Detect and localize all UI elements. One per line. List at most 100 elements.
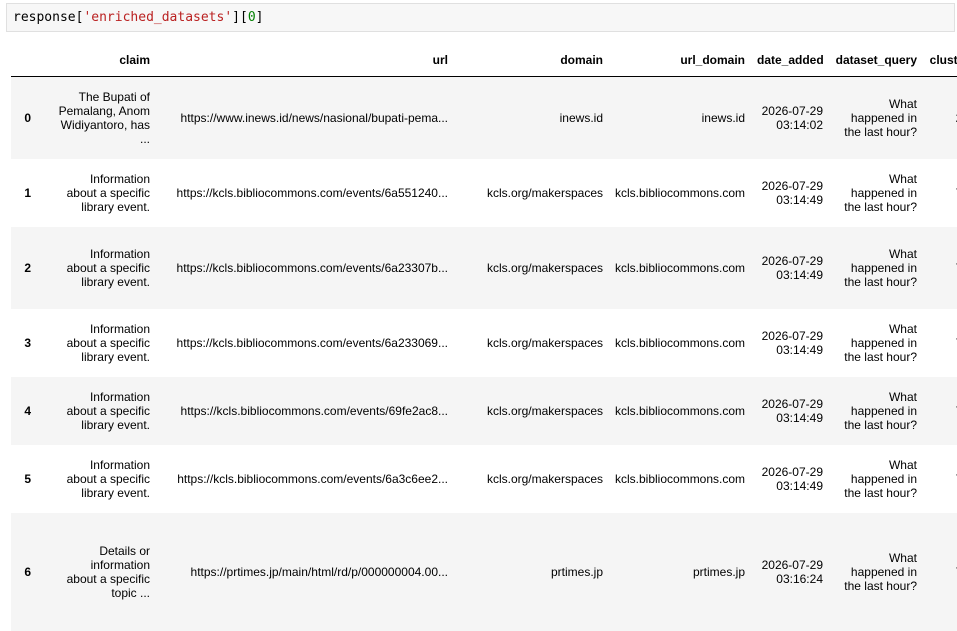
cell-url-domain: kcls.bibliocommons.com <box>615 335 746 350</box>
claim-text: Information about a specific library eve… <box>66 389 150 432</box>
claim-text: Information about a specific library eve… <box>66 457 150 500</box>
table-row: 3 Information about a specific library ev… <box>11 308 957 377</box>
cell-url: https://kcls.bibliocommons.com/events/69… <box>180 403 448 418</box>
header-cluster: cluster <box>923 44 957 77</box>
cell-date-added: 2026-07-29 03:14:49 <box>751 227 829 309</box>
cell-claim: Information about a specific library eve… <box>37 159 156 227</box>
code-index: 0 <box>247 10 256 25</box>
cell-date-added: 2026-07-29 03:14:49 <box>751 377 829 445</box>
cell-domain: kcls.org/makerspaces <box>486 471 603 486</box>
query-text: What happened in the last hour? <box>844 389 917 432</box>
cell-cluster: 77 <box>923 445 957 513</box>
row-index: 1 <box>24 185 31 200</box>
cell-cluster: 77 <box>923 377 957 445</box>
cell-date-added: 2026-07-29 03:14:49 <box>751 159 829 227</box>
table-row: 0 The Bupati of Pemalang, Anom Widiyantor… <box>11 76 957 159</box>
cell-dataset-query: What happened in the last hour? <box>829 227 923 309</box>
cell-url: https://kcls.bibliocommons.com/events/6a… <box>176 335 448 350</box>
claim-text: Details or information about a specific … <box>66 543 150 600</box>
claim-text: Information about a specific library eve… <box>66 171 150 214</box>
table-row: 6 Details or information about a specific… <box>11 512 957 631</box>
query-text: What happened in the last hour? <box>844 550 917 593</box>
date-text: 2026-07-29 03:14:49 <box>761 328 823 357</box>
table-row: 1 Information about a specific library ev… <box>11 158 957 227</box>
cell-dataset-query: What happened in the last hour? <box>829 445 923 513</box>
cell-domain: kcls.org/makerspaces <box>486 260 603 275</box>
code-suffix: ] <box>255 10 264 25</box>
date-text: 2026-07-29 03:14:49 <box>761 178 823 207</box>
row-index: 3 <box>24 335 31 350</box>
code-string-key: 'enriched_datasets' <box>83 10 233 25</box>
cell-url: https://kcls.bibliocommons.com/events/6a… <box>176 185 448 200</box>
cell-dataset-query: What happened in the last hour? <box>829 77 923 159</box>
row-index: 4 <box>24 403 31 418</box>
cell-url-domain: inews.id <box>701 110 745 125</box>
code-cell-input[interactable]: response['enriched_datasets'][0] <box>6 3 955 32</box>
cell-claim: Information about a specific library eve… <box>37 377 156 445</box>
cell-cluster: 77 <box>923 227 957 309</box>
date-text: 2026-07-29 03:14:02 <box>761 103 823 132</box>
cell-cluster: 22 <box>923 77 957 159</box>
header-row: claim url domain url_domain date_added d… <box>11 44 957 77</box>
cell-url-domain: kcls.bibliocommons.com <box>615 403 746 418</box>
cell-claim: Information about a specific library eve… <box>37 227 156 309</box>
header-dataset-query: dataset_query <box>829 44 923 77</box>
cell-url-domain: kcls.bibliocommons.com <box>615 471 746 486</box>
cell-domain: prtimes.jp <box>550 564 603 579</box>
row-index: 2 <box>24 260 31 275</box>
query-text: What happened in the last hour? <box>844 171 917 214</box>
row-index: 0 <box>24 110 31 125</box>
claim-text: Information about a specific library eve… <box>66 321 150 364</box>
cell-domain: kcls.org/makerspaces <box>486 335 603 350</box>
claim-text: The Bupati of Pemalang, Anom Widiyantoro… <box>58 89 150 146</box>
cell-dataset-query: What happened in the last hour? <box>829 377 923 445</box>
code-middle: ][ <box>232 10 248 25</box>
query-text: What happened in the last hour? <box>844 457 917 500</box>
query-text: What happened in the last hour? <box>844 96 917 139</box>
cell-dataset-query: What happened in the last hour? <box>829 159 923 227</box>
cell-url-domain: prtimes.jp <box>692 564 745 579</box>
cell-dataset-query: What happened in the last hour? <box>829 513 923 631</box>
cell-url: https://www.inews.id/news/nasional/bupat… <box>180 110 448 125</box>
header-url-domain: url_domain <box>609 44 751 77</box>
query-text: What happened in the last hour? <box>844 246 917 289</box>
row-index: 6 <box>24 564 31 579</box>
code-prefix: response[ <box>13 10 84 25</box>
cell-claim: The Bupati of Pemalang, Anom Widiyantoro… <box>37 77 156 159</box>
header-url: url <box>156 44 454 77</box>
cell-claim: Information about a specific library eve… <box>37 445 156 513</box>
header-index <box>11 44 37 77</box>
table-row: 5 Information about a specific library ev… <box>11 444 957 513</box>
cell-url: https://kcls.bibliocommons.com/events/6a… <box>177 471 448 486</box>
cell-domain: inews.id <box>559 110 603 125</box>
cell-date-added: 2026-07-29 03:14:49 <box>751 445 829 513</box>
cell-cluster: 77 <box>923 159 957 227</box>
claim-text: Information about a specific library eve… <box>66 246 150 289</box>
cell-url: https://kcls.bibliocommons.com/events/6a… <box>176 260 448 275</box>
cell-date-added: 2026-07-29 03:14:02 <box>751 77 829 159</box>
cell-date-added: 2026-07-29 03:16:24 <box>751 513 829 631</box>
date-text: 2026-07-29 03:14:49 <box>761 396 823 425</box>
cell-cluster: 77 <box>923 309 957 377</box>
cell-claim: Details or information about a specific … <box>37 513 156 631</box>
cell-domain: kcls.org/makerspaces <box>486 403 603 418</box>
row-index: 5 <box>24 471 31 486</box>
cell-url-domain: kcls.bibliocommons.com <box>615 260 746 275</box>
query-text: What happened in the last hour? <box>844 321 917 364</box>
table-row: 4 Information about a specific library ev… <box>11 376 957 445</box>
cell-date-added: 2026-07-29 03:14:49 <box>751 309 829 377</box>
cell-url-domain: kcls.bibliocommons.com <box>615 185 746 200</box>
header-domain: domain <box>454 44 609 77</box>
cell-cluster: 77 <box>923 513 957 631</box>
table-row: 2 Information about a specific library ev… <box>11 226 957 309</box>
header-date-added: date_added <box>751 44 829 77</box>
header-claim: claim <box>37 44 156 77</box>
dataframe-output: claim url domain url_domain date_added d… <box>11 44 957 631</box>
dataframe-table: claim url domain url_domain date_added d… <box>11 44 957 631</box>
date-text: 2026-07-29 03:16:24 <box>761 557 823 586</box>
cell-url: https://prtimes.jp/main/html/rd/p/000000… <box>190 564 448 579</box>
date-text: 2026-07-29 03:14:49 <box>761 253 823 282</box>
cell-dataset-query: What happened in the last hour? <box>829 309 923 377</box>
cell-claim: Information about a specific library eve… <box>37 309 156 377</box>
date-text: 2026-07-29 03:14:49 <box>761 464 823 493</box>
